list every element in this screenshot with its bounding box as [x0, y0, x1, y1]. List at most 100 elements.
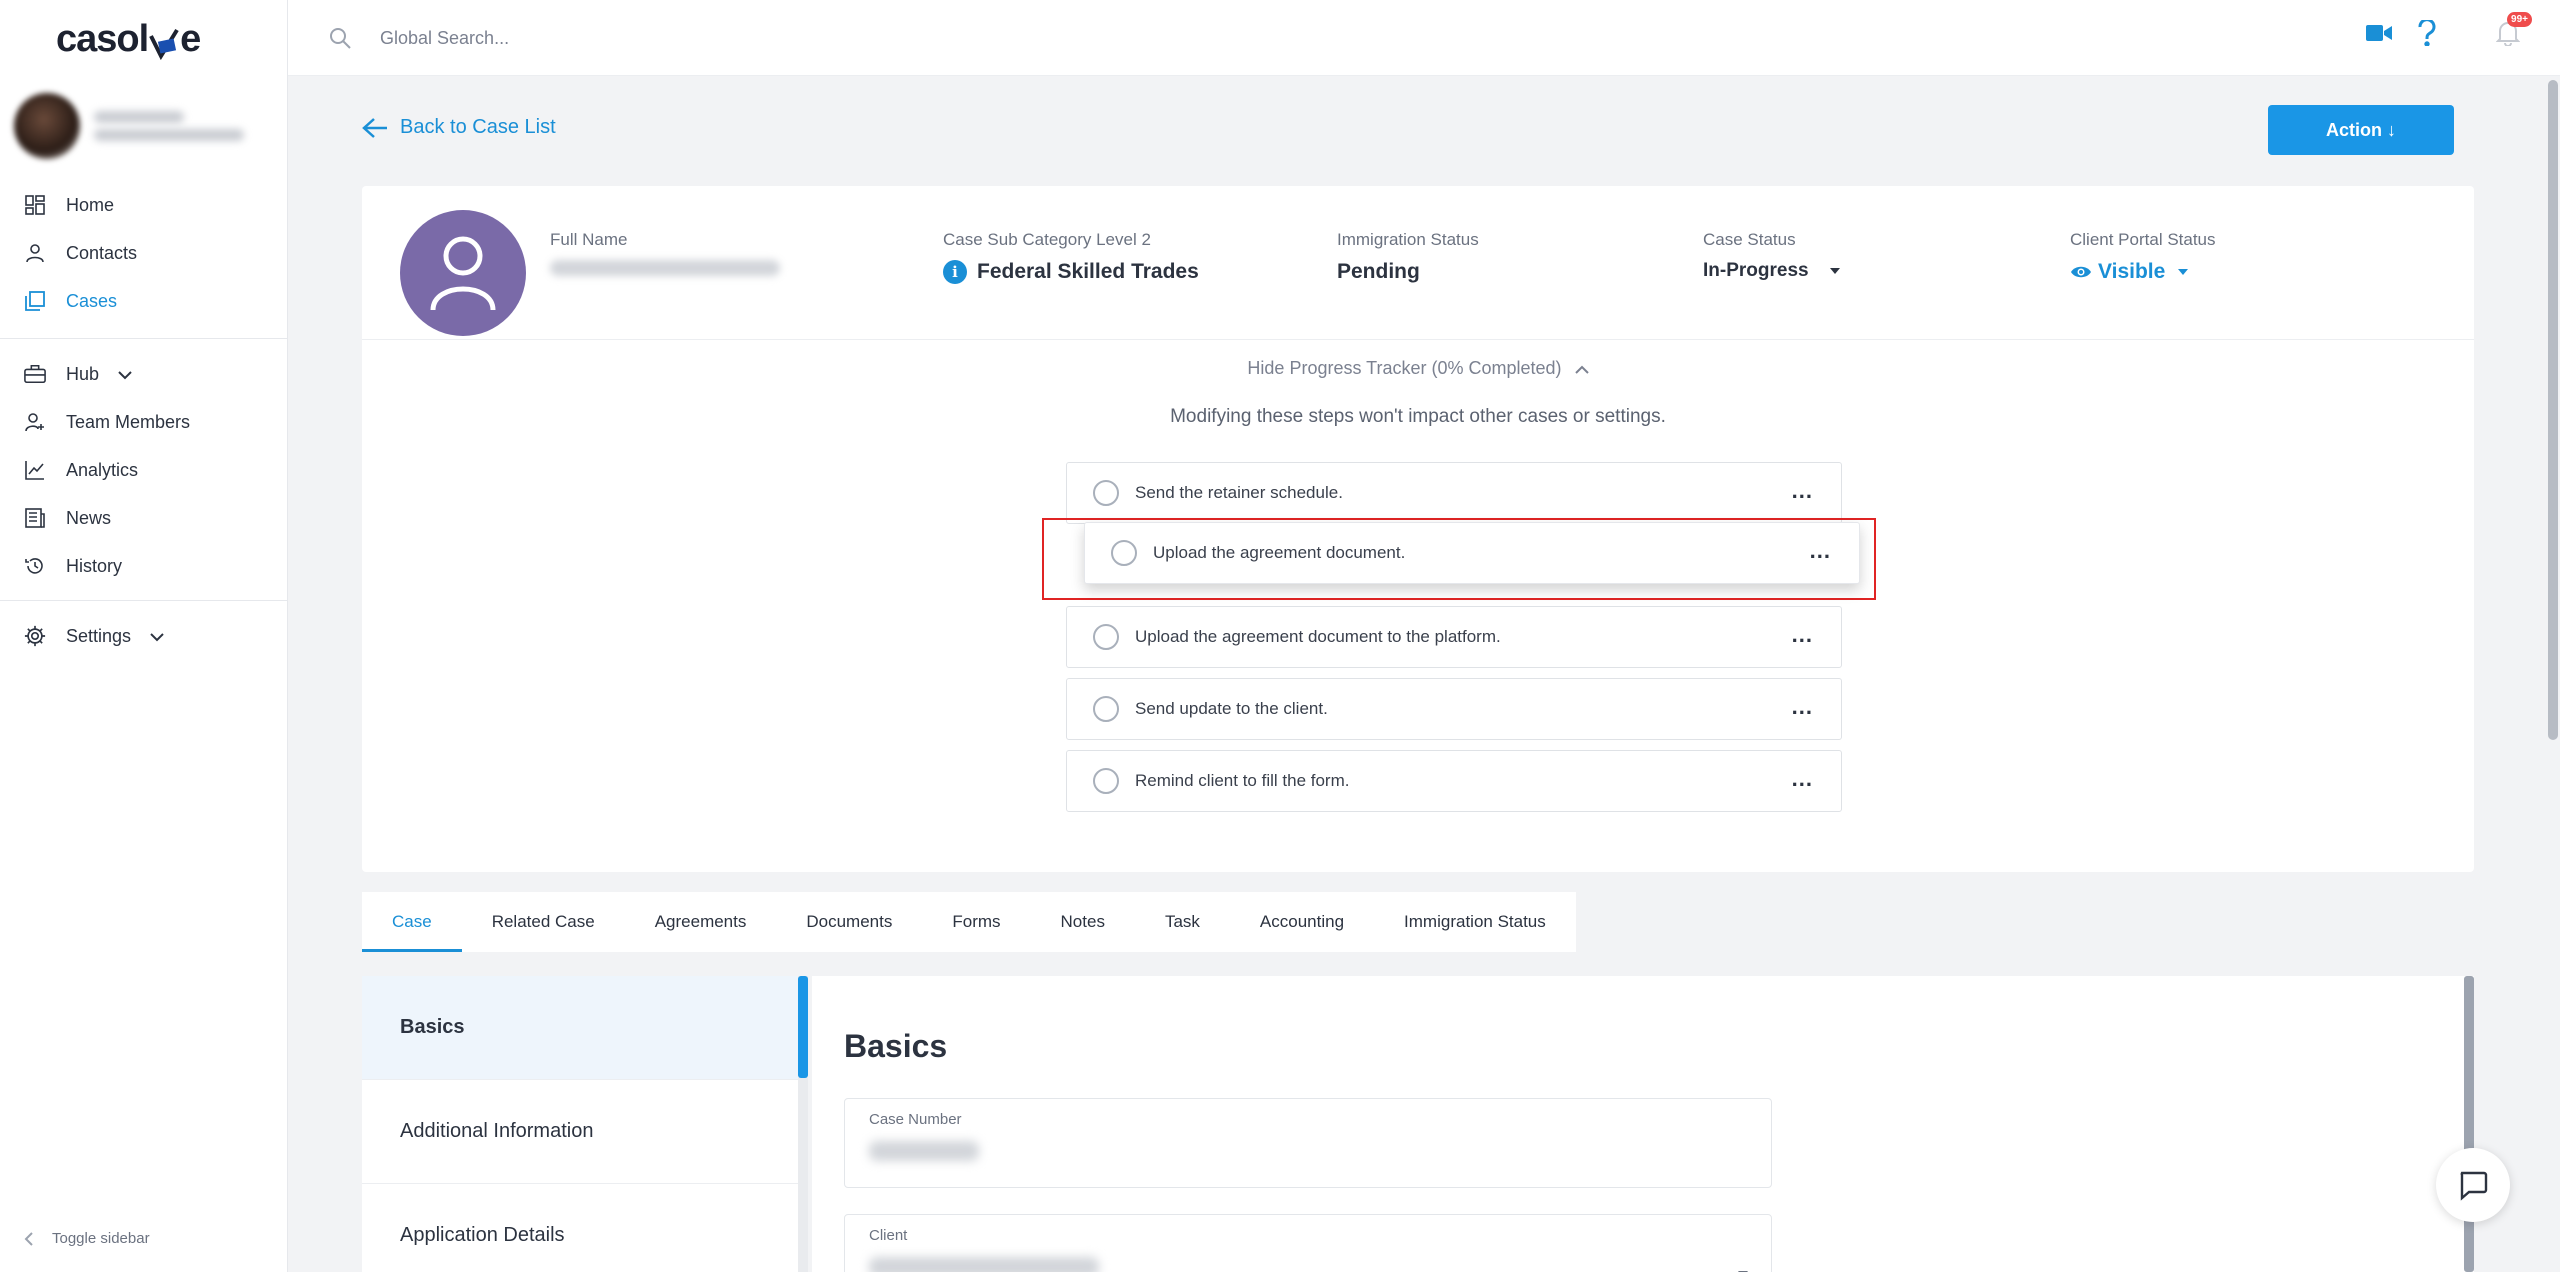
tab-agreements[interactable]: Agreements: [625, 892, 777, 952]
hide-progress-tracker-toggle[interactable]: Hide Progress Tracker (0% Completed): [362, 358, 2474, 379]
nav-primary: Home Contacts Cases: [0, 181, 288, 325]
case-card: Full Name Case Sub Category Level 2 i Fe…: [362, 186, 2474, 872]
chevron-down-icon[interactable]: [149, 626, 165, 647]
help-icon[interactable]: [2418, 20, 2436, 46]
sidebar-item-label: Hub: [66, 363, 100, 384]
client-portal-status-field: Client Portal Status Visible: [2070, 230, 2216, 284]
sidebar-item-contacts[interactable]: Contacts: [0, 229, 288, 277]
step-checkbox[interactable]: [1093, 696, 1119, 722]
tracker-step[interactable]: Send update to the client. ...: [1066, 678, 1842, 740]
toggle-sidebar[interactable]: Toggle sidebar: [24, 1230, 150, 1247]
step-checkbox[interactable]: [1093, 480, 1119, 506]
more-options-icon[interactable]: ...: [1810, 540, 1831, 562]
toggle-sidebar-label: Toggle sidebar: [52, 1230, 150, 1247]
case-number-field[interactable]: Case Number: [844, 1098, 1772, 1188]
video-camera-icon[interactable]: [2366, 24, 2392, 42]
step-label: Send the retainer schedule.: [1135, 483, 1343, 502]
history-icon: [24, 555, 46, 577]
sidebar-item-hub[interactable]: Hub: [0, 350, 288, 398]
client-value-blurred: [869, 1257, 1099, 1272]
back-link-label: Back to Case List: [400, 116, 556, 138]
action-button[interactable]: Action ↓: [2268, 105, 2454, 155]
step-label: Remind client to fill the form.: [1135, 771, 1350, 790]
logo-text-end: e: [180, 17, 201, 60]
more-options-icon[interactable]: ...: [1792, 480, 1813, 502]
sidebar-item-label: History: [66, 555, 123, 576]
analytics-icon: [24, 459, 46, 481]
tracker-step-dragging[interactable]: Upload the agreement document. ...: [1084, 522, 1860, 584]
arrow-left-icon: [362, 117, 400, 139]
sidebar-item-cases[interactable]: Cases: [0, 277, 288, 325]
more-options-icon[interactable]: ...: [1792, 696, 1813, 718]
full-name-value-blurred: [550, 260, 780, 276]
bell-icon[interactable]: 99+: [2496, 12, 2532, 46]
basics-panel-scrollbar[interactable]: [2464, 976, 2474, 1272]
full-name-label: Full Name: [550, 230, 628, 249]
tab-task[interactable]: Task: [1135, 892, 1230, 952]
more-options-icon[interactable]: ...: [1792, 768, 1813, 790]
basics-panel: Basics Case Number Client: [812, 976, 2474, 1272]
client-portal-status-dropdown[interactable]: Visible: [2070, 260, 2216, 284]
step-checkbox[interactable]: [1093, 624, 1119, 650]
logo-mark-icon: [149, 26, 179, 61]
casolve-logo[interactable]: casol e: [56, 14, 201, 64]
tab-documents[interactable]: Documents: [776, 892, 922, 952]
page-scrollbar[interactable]: [2548, 80, 2558, 740]
tab-immigration-status[interactable]: Immigration Status: [1374, 892, 1576, 952]
sidebar-item-team-members[interactable]: Team Members: [0, 398, 288, 446]
client-field[interactable]: Client: [844, 1214, 1772, 1272]
news-icon: [24, 507, 46, 529]
logo-text: casol: [56, 17, 149, 60]
client-portal-status-label: Client Portal Status: [2070, 230, 2216, 249]
section-nav: Basics Additional Information Applicatio…: [362, 976, 798, 1272]
tracker-step[interactable]: Upload the agreement document to the pla…: [1066, 606, 1842, 668]
tracker-step[interactable]: Remind client to fill the form. ...: [1066, 750, 1842, 812]
caret-down-icon: [2177, 268, 2189, 276]
section-item-application-details[interactable]: Application Details: [362, 1184, 798, 1272]
chat-bubble-icon: [2457, 1169, 2489, 1201]
case-status-value: In-Progress: [1703, 260, 1809, 281]
section-item-additional-information[interactable]: Additional Information: [362, 1080, 798, 1184]
user-icon: [24, 242, 46, 264]
top-icons: 99+: [2340, 12, 2532, 46]
step-checkbox[interactable]: [1093, 768, 1119, 794]
global-search-input[interactable]: [380, 20, 980, 56]
sidebar-divider: [0, 600, 288, 601]
tracker-step[interactable]: Send the retainer schedule. ...: [1066, 462, 1842, 524]
sidebar-divider: [0, 338, 288, 339]
chat-button[interactable]: [2436, 1148, 2510, 1222]
chevron-down-icon[interactable]: [117, 364, 133, 385]
sidebar-item-label: News: [66, 507, 112, 528]
sidebar-item-label: Settings: [66, 625, 132, 646]
section-title: Basics: [844, 1028, 948, 1064]
chevron-left-icon: [24, 1231, 34, 1247]
cases-icon: [24, 290, 46, 312]
more-options-icon[interactable]: ...: [1792, 624, 1813, 646]
case-status-dropdown[interactable]: In-Progress: [1703, 260, 1841, 282]
step-label: Upload the agreement document to the pla…: [1135, 627, 1501, 646]
case-status-field: Case Status In-Progress: [1703, 230, 1841, 282]
back-to-case-list-link[interactable]: Back to Case List: [362, 116, 556, 139]
user-info-blurred: [94, 105, 244, 147]
tab-forms[interactable]: Forms: [922, 892, 1030, 952]
sidebar: casol e Home Contacts Cases Hub Team Mem…: [0, 0, 288, 1272]
sidebar-item-history[interactable]: History: [0, 542, 288, 590]
tab-related-case[interactable]: Related Case: [462, 892, 625, 952]
info-icon[interactable]: i: [943, 260, 967, 284]
sidebar-item-settings[interactable]: Settings: [0, 612, 288, 660]
user-profile[interactable]: [14, 90, 274, 162]
nav-secondary: Hub Team Members Analytics News History: [0, 350, 288, 590]
tab-case[interactable]: Case: [362, 892, 462, 952]
immigration-status-field: Immigration Status Pending: [1337, 230, 1479, 284]
sidebar-item-label: Cases: [66, 290, 118, 311]
section-item-basics[interactable]: Basics: [362, 976, 798, 1080]
step-label: Send update to the client.: [1135, 699, 1328, 718]
nav-settings: Settings: [0, 612, 288, 660]
sidebar-item-home[interactable]: Home: [0, 181, 288, 229]
sidebar-item-news[interactable]: News: [0, 494, 288, 542]
tab-notes[interactable]: Notes: [1031, 892, 1135, 952]
sidebar-item-analytics[interactable]: Analytics: [0, 446, 288, 494]
section-nav-scrollbar[interactable]: [798, 976, 808, 1078]
tab-accounting[interactable]: Accounting: [1230, 892, 1374, 952]
step-checkbox[interactable]: [1111, 540, 1137, 566]
